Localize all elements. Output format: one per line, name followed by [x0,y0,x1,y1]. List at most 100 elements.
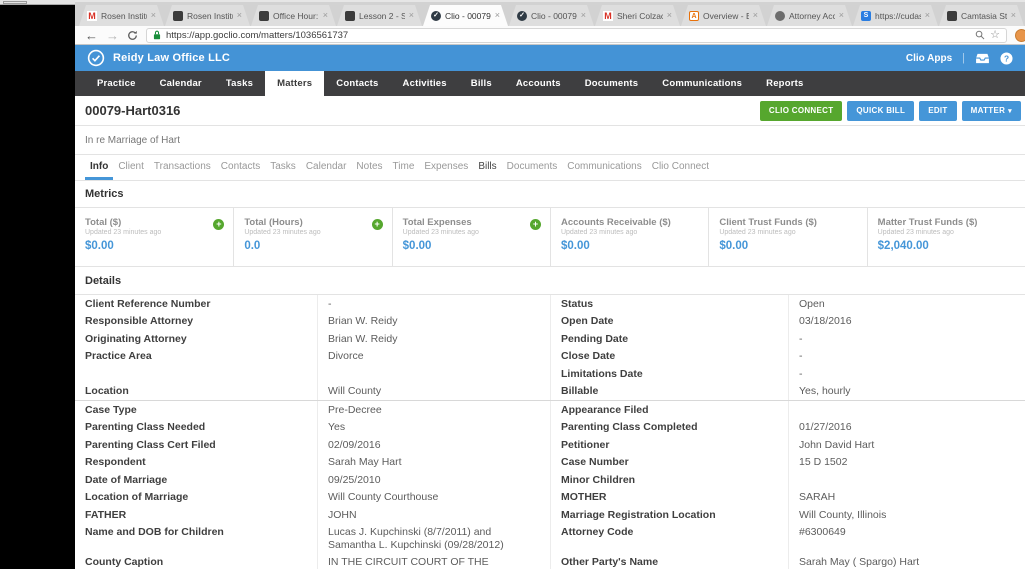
nav-item-calendar[interactable]: Calendar [148,71,214,96]
screen: MRosen Institute W×Rosen Institute -×Off… [0,0,1025,569]
detail-label: FATHER [85,508,127,521]
metric-title: Client Trust Funds ($) [719,217,817,228]
browser-tab[interactable]: Shttps://cudasign. × [853,5,938,26]
tab-close-icon[interactable]: × [237,11,242,20]
dark-favicon-icon [345,11,355,21]
browser-tab[interactable]: Office Hour: 9 M × [251,5,336,26]
nav-item-matters[interactable]: Matters [265,71,325,96]
tab-client[interactable]: Client [113,160,149,180]
browser-tab[interactable]: M Sheri Colzack - - × [595,5,680,26]
tab-tasks[interactable]: Tasks [265,160,301,180]
tab-notes[interactable]: Notes [351,160,387,180]
metric-value: $2,040.00 [877,240,929,252]
metric-updated: Updated 23 minutes ago [719,229,796,236]
matter-description-row: In re Marriage of Hart [75,126,1025,155]
quick-bill-button[interactable]: QUICK BILL [847,100,915,121]
nav-item-activities[interactable]: Activities [391,71,459,96]
browser-tab[interactable]: Attorney Access × [767,5,852,26]
tab-close-icon[interactable]: × [409,11,414,20]
tab-time[interactable]: Time [388,160,420,180]
browser-tab[interactable]: M Rosen Institute W × [79,5,164,26]
detail-label: Minor Children [550,471,788,489]
nav-item-tasks[interactable]: Tasks [214,71,265,96]
browser-tab[interactable]: ✓ Clio - 00079-Hart × [423,5,508,26]
tab-bills[interactable]: Bills [473,160,501,180]
detail-value: 09/25/2010 [317,471,550,489]
nav-item-bills[interactable]: Bills [459,71,504,96]
tab-title: Rosen Institute W [101,10,146,21]
add-icon[interactable]: + [529,219,541,230]
matter-number: 00079-Hart0316 [85,103,181,118]
detail-label: Other Party's Name [550,553,788,569]
help-icon[interactable]: ? [1000,51,1013,65]
tab-close-icon[interactable]: × [667,11,672,20]
browser-tab[interactable]: Lesson 2 - Save × [337,5,422,26]
nav-item-practice[interactable]: Practice [85,71,148,96]
detail-label: Open Date [550,312,788,330]
zoom-icon[interactable] [975,30,985,40]
tab-close-icon[interactable]: × [753,11,758,20]
tab-close-icon[interactable]: × [925,11,930,20]
metric-value: $0.00 [719,240,749,252]
tab-close-icon[interactable]: × [495,11,500,20]
clio-logo-icon[interactable] [87,49,105,67]
profile-avatar-icon[interactable] [1015,28,1025,42]
tab-communications[interactable]: Communications [562,160,646,180]
url-text: https://app.goclio.com/matters/103656173… [166,29,349,41]
nav-item-reports[interactable]: Reports [754,71,815,96]
metric-value: $0.00 [560,240,590,252]
bookmark-star-icon[interactable]: ☆ [990,29,1000,41]
detail-value: 03/18/2016 [788,312,1025,330]
detail-value: IN THE CIRCUIT COURT OF THE TWELFTH JUDI… [317,553,550,569]
tab-close-icon[interactable]: × [839,11,844,20]
tab-info[interactable]: Info [85,160,114,180]
clio-connect-button[interactable]: CLIO CONNECT [759,100,843,121]
inbox-tray-icon[interactable] [975,53,990,64]
tab-strip: MRosen Institute W×Rosen Institute -×Off… [75,0,1025,26]
matter-menu-button[interactable]: MATTER ▾ [961,100,1021,121]
detail-value: - [788,365,1025,383]
edit-button[interactable]: EDIT [919,100,957,121]
refresh-icon[interactable] [127,30,138,41]
metric-card: Total (Hours) Updated 23 minutes ago 0.0 + [233,208,391,266]
desktop-background [0,0,75,569]
back-icon[interactable]: ← [85,29,98,42]
tab-close-icon[interactable]: × [1011,11,1016,20]
nav-item-accounts[interactable]: Accounts [504,71,573,96]
detail-value: John David Hart [788,436,1025,454]
matter-heading-row: 00079-Hart0316 CLIO CONNECT QUICK BILL E… [75,96,1025,126]
detail-label: Attorney Code [550,523,788,554]
matter-tabs: Info Client Transactions Contacts Tasks Calen… [75,155,1025,181]
details-table-section2: Case Type Pre-Decree Appearance Filed Paren… [75,401,1025,569]
https-lock-icon [153,30,161,40]
browser-tab[interactable]: Camtasia St × [939,5,1024,26]
matter-description: In re Marriage of Hart [85,134,181,146]
add-icon[interactable]: + [371,219,383,230]
tab-clio-connect[interactable]: Clio Connect [647,160,714,180]
tab-close-icon[interactable]: × [581,11,586,20]
browser-tab[interactable]: Rosen Institute - × [165,5,250,26]
browser-tab[interactable]: A Overview - Brian × [681,5,766,26]
tab-title: Attorney Access [789,10,833,21]
detail-value: Lucas J. Kupchinski (8/7/2011) and Saman… [317,523,550,554]
forward-icon[interactable]: → [106,29,119,42]
metric-title: Total ($) [85,217,122,228]
tab-contacts[interactable]: Contacts [216,160,265,180]
nav-item-documents[interactable]: Documents [573,71,651,96]
metric-updated: Updated 23 minutes ago [402,229,479,236]
metric-card: Client Trust Funds ($) Updated 23 minutes… [708,208,866,266]
tab-calendar[interactable]: Calendar [301,160,352,180]
gmail-favicon-icon: M [88,10,96,21]
tab-transactions[interactable]: Transactions [149,160,216,180]
browser-tab[interactable]: ✓ Clio - 00079-Hart × [509,5,594,26]
tab-close-icon[interactable]: × [323,11,328,20]
tab-close-icon[interactable]: × [151,11,156,20]
metric-updated: Updated 23 minutes ago [244,229,321,236]
tab-expenses[interactable]: Expenses [419,160,473,180]
metric-updated: Updated 23 minutes ago [85,229,162,236]
nav-item-contacts[interactable]: Contacts [324,71,390,96]
tab-documents[interactable]: Documents [502,160,563,180]
clio-apps-link[interactable]: Clio Apps [906,53,952,64]
address-bar[interactable]: https://app.goclio.com/matters/103656173… [146,27,1007,43]
nav-item-communications[interactable]: Communications [650,71,754,96]
